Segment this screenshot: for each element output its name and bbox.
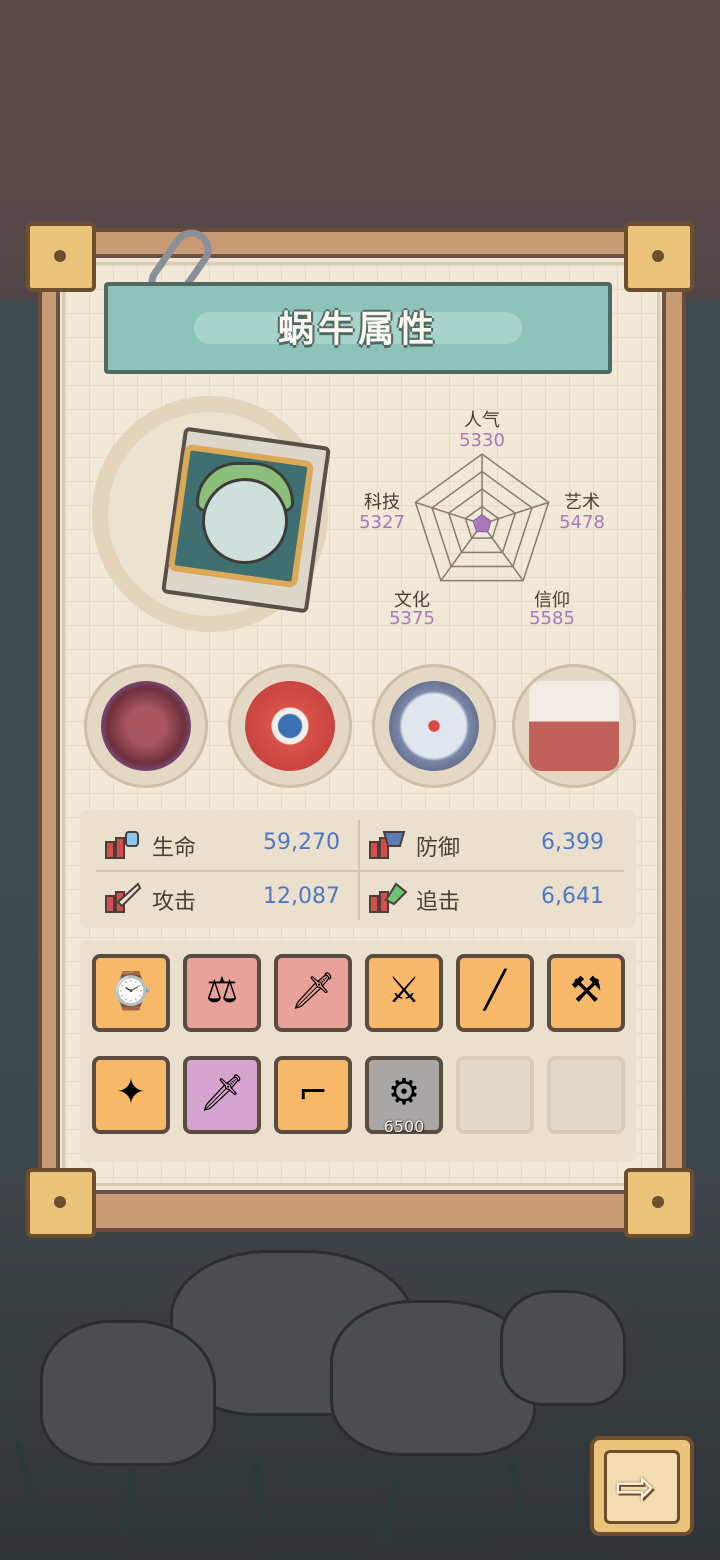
defense-value: 6,399 (541, 830, 604, 855)
relic-slot-4[interactable] (512, 664, 636, 788)
defense-label: 防御 (416, 836, 461, 861)
empty-equipment-slot[interactable] (547, 1056, 625, 1134)
relic-slot-3[interactable] (372, 664, 496, 788)
character-portrait-icon (202, 478, 288, 564)
defense-stat-icon (369, 831, 406, 859)
compass-icon (389, 681, 479, 771)
panel-title: 蜗牛属性 (277, 309, 438, 350)
chase-stat-icon (369, 882, 408, 913)
stats-divider (96, 870, 624, 872)
equipment-slot[interactable]: ⚖ (183, 954, 261, 1032)
corner-bracket-icon (26, 222, 96, 292)
kris-icon: 🗡 (199, 1073, 245, 1114)
attribute-value-faith: 5585 (529, 608, 575, 629)
hp-value: 59,270 (263, 830, 340, 855)
equipment-slot[interactable]: 🗡 (183, 1056, 261, 1134)
attribute-value-tech: 5327 (359, 512, 405, 533)
corner-bracket-icon (624, 1168, 694, 1238)
corner-bracket-icon (26, 1168, 96, 1238)
equipment-slot[interactable]: ⌐ (274, 1056, 352, 1134)
sword-icon: ╱ (484, 970, 506, 1011)
hp-label: 生命 (152, 836, 197, 861)
empty-equipment-slot[interactable] (456, 1056, 534, 1134)
equipment-slot[interactable]: ⚔ (365, 954, 443, 1032)
crossed-swords-icon: ⚔ (387, 970, 421, 1011)
attribute-value-art: 5478 (559, 512, 605, 533)
attribute-name-popularity: 人气 (464, 410, 500, 431)
equipment-slot[interactable]: 🗡 (274, 954, 352, 1032)
rock-decoration (40, 1320, 216, 1466)
attack-label: 攻击 (152, 890, 197, 915)
equipment-slot[interactable]: ⌚ (92, 954, 170, 1032)
blaster-icon: ✦ (115, 1072, 147, 1113)
attack-stat-icon (105, 882, 142, 913)
arrow-right-icon: ⇨ (615, 1459, 656, 1515)
attribute-value-popularity: 5330 (459, 430, 505, 451)
amulet-icon: ⚖ (205, 970, 239, 1011)
attribute-name-art: 艺术 (564, 492, 600, 513)
next-button[interactable]: ⇨ (590, 1436, 694, 1536)
potion-crate-icon (529, 681, 619, 771)
attribute-name-tech: 科技 (364, 492, 400, 513)
chase-label: 追击 (416, 890, 461, 915)
corner-bracket-icon (624, 222, 694, 292)
attack-value: 12,087 (263, 884, 340, 909)
attribute-radar-chart (414, 453, 550, 582)
hp-stat-icon (105, 831, 139, 859)
relic-slot-2[interactable] (228, 664, 352, 788)
radar-value-shape (472, 514, 492, 533)
chase-value: 6,641 (541, 884, 604, 909)
attribute-value-culture: 5375 (389, 608, 435, 629)
equipment-slot[interactable]: ╱ (456, 954, 534, 1032)
next-button-face: ⇨ (604, 1450, 680, 1524)
dagger-icon: 🗡 (290, 971, 336, 1012)
equipment-slot[interactable]: ✦ (92, 1056, 170, 1134)
scythe-icon: ⚒ (569, 970, 603, 1011)
relic-slot-1[interactable] (84, 664, 208, 788)
equipment-slot[interactable]: ⚒ (547, 954, 625, 1032)
unlock-price: 6500 (383, 1117, 425, 1136)
locked-gear-icon: ⚙ (387, 1072, 421, 1113)
locked-equipment-slot[interactable]: ⚙ 6500 (365, 1056, 443, 1136)
pistol-icon: ⌐ (297, 1072, 329, 1113)
tentacle-heart-icon (101, 681, 191, 771)
goggles-icon: ⌚ (108, 971, 154, 1012)
shield-shell-icon (245, 681, 335, 771)
rock-decoration (500, 1290, 626, 1406)
